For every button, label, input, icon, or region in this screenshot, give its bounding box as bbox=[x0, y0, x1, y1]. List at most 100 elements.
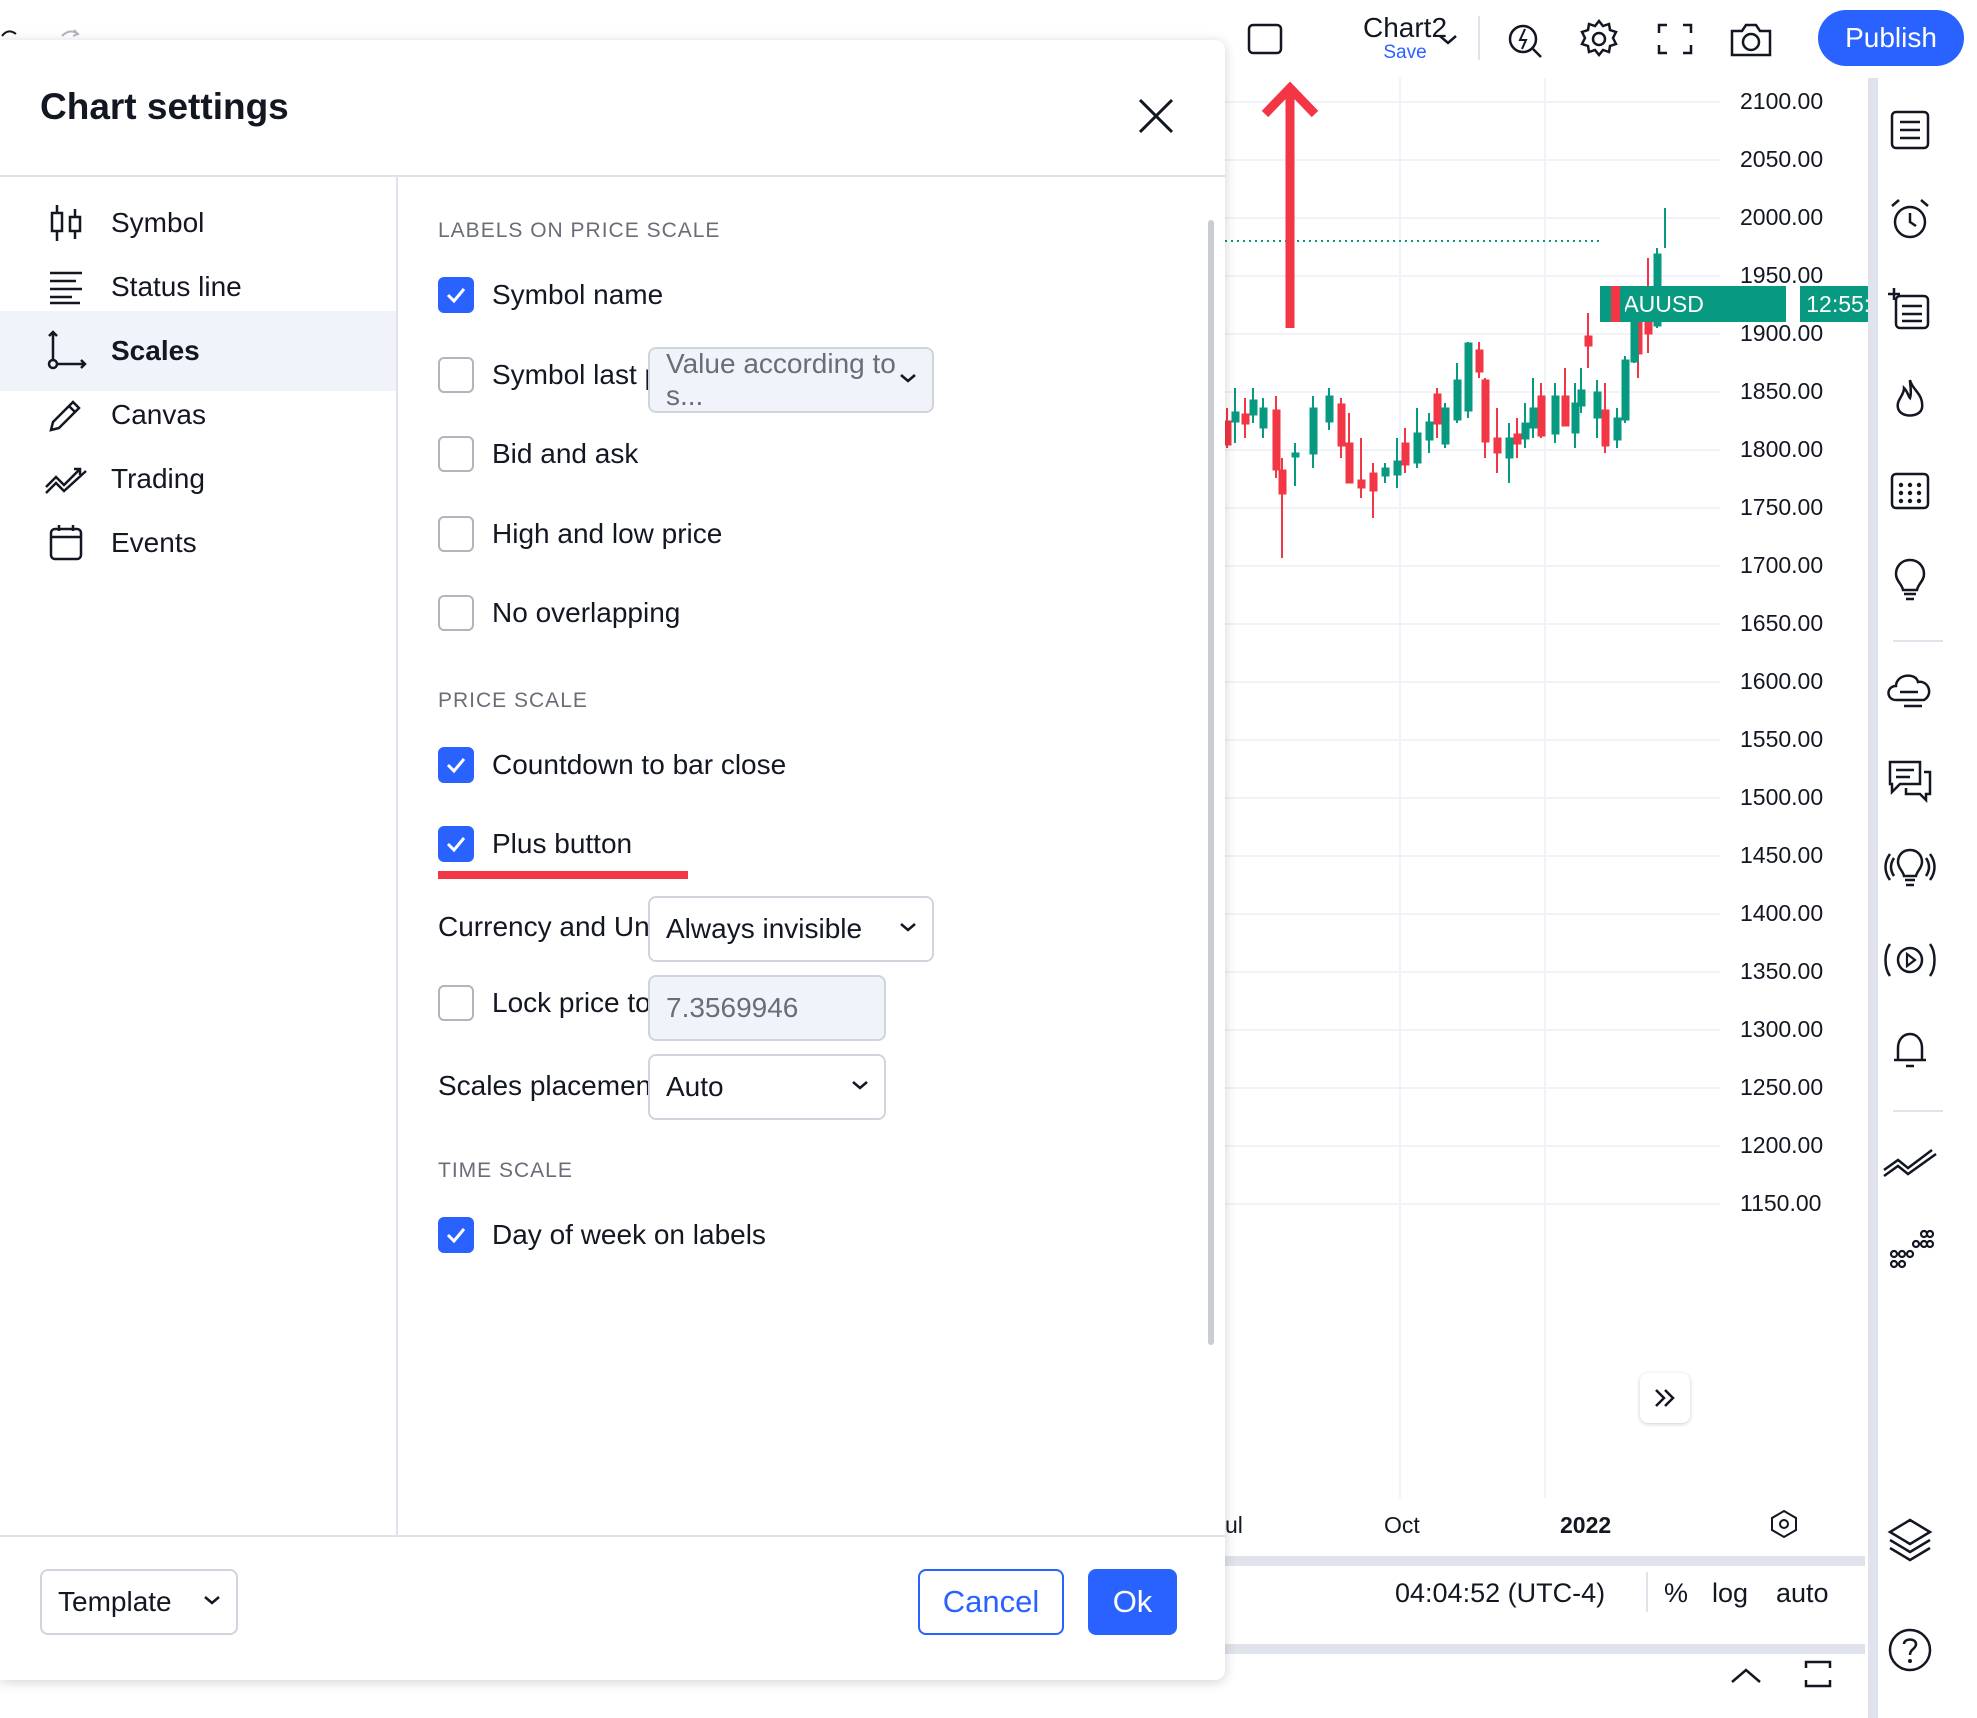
option-label: Bid and ask bbox=[492, 438, 639, 469]
status-line-icon bbox=[44, 265, 88, 309]
currency-unit-select[interactable]: Always invisible bbox=[648, 896, 934, 962]
content-scrollbar[interactable] bbox=[1208, 220, 1214, 1345]
chevron-up-icon[interactable] bbox=[1728, 1662, 1764, 1690]
camera-icon[interactable] bbox=[1724, 14, 1778, 64]
add-list-icon[interactable] bbox=[1880, 280, 1940, 340]
trading-icon bbox=[44, 457, 88, 501]
checkbox-unchecked[interactable] bbox=[438, 357, 474, 393]
checkbox-checked[interactable] bbox=[438, 277, 474, 313]
bell-icon[interactable] bbox=[1880, 1020, 1940, 1080]
price-label: 2100.00 bbox=[1740, 88, 1824, 114]
help-icon[interactable] bbox=[1880, 1620, 1940, 1680]
close-button[interactable] bbox=[1128, 88, 1184, 144]
bottom-panel-bar bbox=[1225, 1644, 1865, 1718]
select-value: Auto bbox=[666, 1071, 724, 1102]
chart-settings-dialog: Chart settings Symbol Status line Scales bbox=[0, 40, 1225, 1680]
checkbox-checked[interactable] bbox=[438, 1217, 474, 1253]
option-no-overlapping[interactable]: No overlapping bbox=[438, 595, 680, 631]
price-label: 1750.00 bbox=[1740, 494, 1824, 520]
option-bid-and-ask[interactable]: Bid and ask bbox=[438, 436, 638, 472]
nav-label: Scales bbox=[111, 335, 200, 366]
dialog-footer: Template Cancel Ok bbox=[0, 1535, 1225, 1680]
lightbulb-icon[interactable] bbox=[1880, 550, 1940, 610]
option-label: No overlapping bbox=[492, 597, 681, 628]
price-label: 1200.00 bbox=[1740, 1132, 1824, 1158]
ideas-stream-icon[interactable] bbox=[1880, 840, 1940, 900]
checkbox-unchecked[interactable] bbox=[438, 516, 474, 552]
annotation-underline bbox=[438, 871, 688, 879]
percent-toggle[interactable]: % bbox=[1664, 1578, 1688, 1609]
chat-cloud-icon[interactable] bbox=[1880, 660, 1940, 720]
checkbox-unchecked[interactable] bbox=[438, 985, 474, 1021]
check-icon bbox=[446, 758, 466, 774]
price-label: 1900.00 bbox=[1740, 320, 1824, 346]
pencil-icon bbox=[44, 393, 88, 437]
price-label: 1800.00 bbox=[1740, 436, 1824, 462]
hotlist-icon[interactable] bbox=[1880, 370, 1940, 430]
price-label: 2050.00 bbox=[1740, 146, 1824, 172]
checkbox-unchecked[interactable] bbox=[438, 595, 474, 631]
trading-panel-icon[interactable] bbox=[1880, 1130, 1940, 1190]
section-price-scale: PRICE SCALE bbox=[438, 689, 588, 712]
select-value: Value according to s... bbox=[666, 348, 896, 411]
chevron-down-icon[interactable] bbox=[1430, 14, 1466, 64]
calendar-grid-icon[interactable] bbox=[1880, 460, 1940, 520]
dom-icon[interactable] bbox=[1880, 1220, 1940, 1280]
price-bar-ratio-input[interactable]: 7.3569946 bbox=[648, 975, 886, 1041]
price-label: 1550.00 bbox=[1740, 726, 1824, 752]
option-symbol-name[interactable]: Symbol name bbox=[438, 277, 663, 313]
sidebar-separator bbox=[1893, 1110, 1943, 1112]
alarm-icon[interactable] bbox=[1880, 190, 1940, 250]
symbol-last-price-select[interactable]: Value according to s... bbox=[648, 347, 934, 413]
price-axis[interactable]: 2100.00 2050.00 2000.00 1950.00 1900.00 … bbox=[1720, 78, 1860, 1548]
double-chevron-right-icon bbox=[1655, 1389, 1675, 1407]
price-label: 1850.00 bbox=[1740, 378, 1824, 404]
checkbox-checked[interactable] bbox=[438, 747, 474, 783]
checkbox-checked[interactable] bbox=[438, 826, 474, 862]
settings-nav: Symbol Status line Scales Canvas Trading bbox=[0, 177, 398, 1535]
axis-settings-icon[interactable] bbox=[1768, 1508, 1800, 1540]
template-dropdown[interactable]: Template bbox=[40, 1569, 238, 1635]
price-label: 1650.00 bbox=[1740, 610, 1824, 636]
calendar-icon bbox=[44, 521, 88, 565]
log-toggle[interactable]: log bbox=[1712, 1578, 1748, 1609]
close-icon bbox=[1138, 98, 1174, 134]
dialog-title: Chart settings bbox=[40, 86, 289, 127]
cancel-button[interactable]: Cancel bbox=[918, 1569, 1064, 1635]
option-label: High and low price bbox=[492, 518, 723, 549]
option-day-of-week[interactable]: Day of week on labels bbox=[438, 1217, 766, 1253]
template-label: Template bbox=[58, 1586, 172, 1617]
option-label: Plus button bbox=[492, 828, 633, 859]
layout-square-icon[interactable] bbox=[1240, 14, 1290, 64]
scales-placement-label: Scales placement bbox=[438, 1070, 660, 1101]
watchlist-icon[interactable] bbox=[1880, 100, 1940, 160]
broadcast-icon[interactable] bbox=[1880, 930, 1940, 990]
bottom-separator bbox=[1646, 1572, 1648, 1612]
nav-label: Symbol bbox=[111, 207, 205, 238]
messages-icon[interactable] bbox=[1880, 750, 1940, 810]
option-high-low-price[interactable]: High and low price bbox=[438, 516, 722, 552]
price-label: 1400.00 bbox=[1740, 900, 1824, 926]
option-countdown[interactable]: Countdown to bar close bbox=[438, 747, 786, 783]
price-label: 1500.00 bbox=[1740, 784, 1824, 810]
fullscreen-icon[interactable] bbox=[1650, 14, 1700, 64]
clock-timezone[interactable]: 04:04:52 (UTC-4) bbox=[1395, 1578, 1605, 1609]
scroll-to-realtime-button[interactable] bbox=[1640, 1373, 1690, 1423]
price-label: 1700.00 bbox=[1740, 552, 1824, 578]
chevron-down-icon bbox=[900, 374, 916, 383]
scales-placement-select[interactable]: Auto bbox=[648, 1054, 886, 1120]
option-plus-button[interactable]: Plus button bbox=[438, 826, 632, 862]
select-value: Always invisible bbox=[666, 913, 863, 944]
auto-toggle[interactable]: auto bbox=[1776, 1578, 1829, 1609]
ok-button[interactable]: Ok bbox=[1088, 1569, 1177, 1635]
currency-unit-label: Currency and Unit bbox=[438, 911, 664, 942]
quick-search-icon[interactable] bbox=[1500, 14, 1550, 64]
nav-label: Events bbox=[111, 527, 197, 558]
layers-icon[interactable] bbox=[1880, 1510, 1940, 1570]
maximize-panel-icon[interactable] bbox=[1800, 1656, 1836, 1692]
gear-icon[interactable] bbox=[1574, 14, 1624, 64]
nav-item-events[interactable]: Events bbox=[0, 503, 396, 583]
checkbox-unchecked[interactable] bbox=[438, 436, 474, 472]
publish-button[interactable]: Publish bbox=[1818, 10, 1964, 66]
time-label: ul bbox=[1225, 1512, 1243, 1538]
